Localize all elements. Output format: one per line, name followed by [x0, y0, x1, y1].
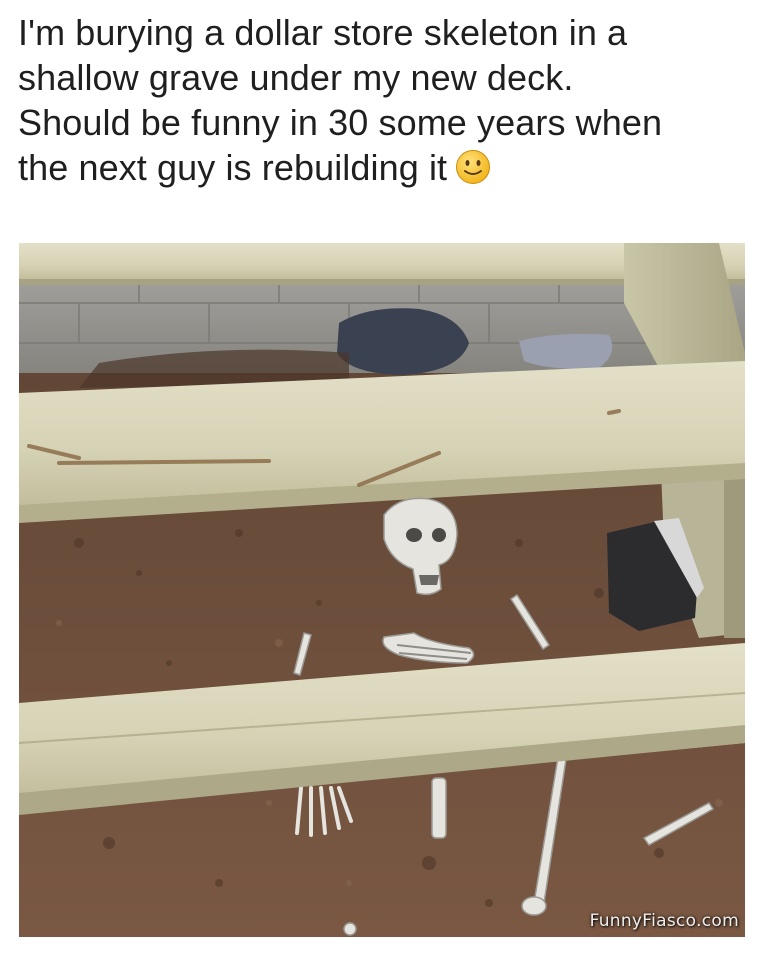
meme-photo: FunnyFiasco.com: [19, 243, 745, 937]
caption-line-2: shallow grave under my new deck.: [18, 57, 574, 98]
deck-skeleton-photo: [19, 243, 745, 937]
caption-line-4-text: the next guy is rebuilding it: [18, 147, 448, 188]
watermark: FunnyFiasco.com: [589, 911, 739, 931]
slightly-smiling-face-icon: [456, 150, 491, 185]
meme-post: I'm burying a dollar store skeleton in a…: [0, 0, 768, 960]
caption-line-3: Should be funny in 30 some years when: [18, 102, 663, 143]
post-caption: I'm burying a dollar store skeleton in a…: [18, 10, 753, 190]
caption-line-1: I'm burying a dollar store skeleton in a: [18, 12, 628, 53]
caption-line-4: the next guy is rebuilding it: [18, 145, 753, 190]
